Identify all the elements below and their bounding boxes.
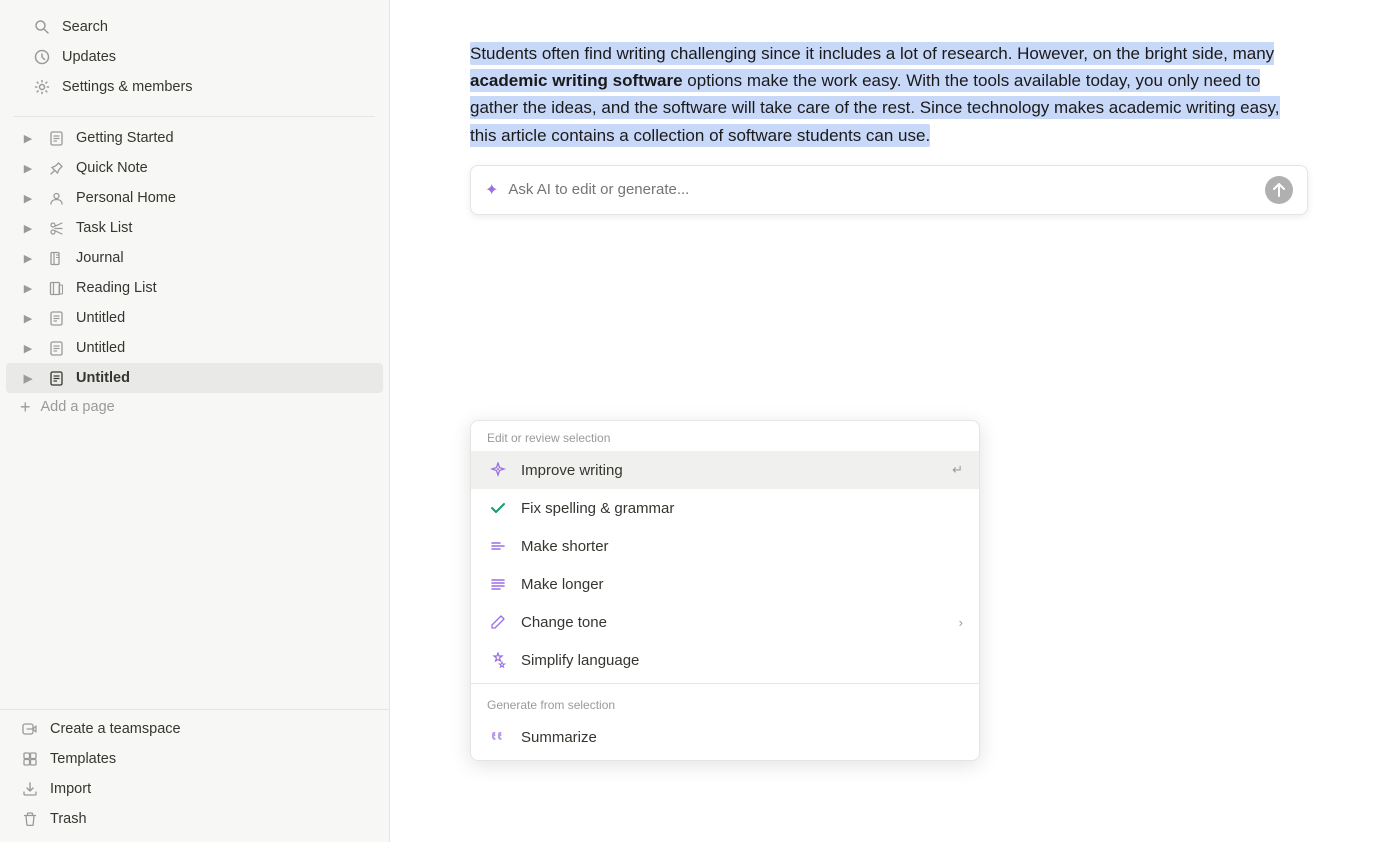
settings-label: Settings & members	[62, 79, 357, 95]
dropdown-item-make-longer[interactable]: Make longer	[471, 565, 979, 603]
journal-label: Journal	[76, 250, 369, 266]
doc-icon	[46, 368, 66, 388]
sidebar-item-journal[interactable]: ▶ Journal	[6, 243, 383, 273]
check-icon	[487, 497, 509, 519]
import-label: Import	[50, 781, 369, 797]
sidebar-trash[interactable]: Trash	[6, 804, 383, 834]
chevron-icon: ▶	[20, 340, 36, 356]
improve-writing-label: Improve writing	[521, 462, 940, 479]
sidebar-templates[interactable]: Templates	[6, 744, 383, 774]
updates-label: Updates	[62, 49, 357, 65]
sidebar-item-quick-note[interactable]: ▶ Quick Note	[6, 153, 383, 183]
make-longer-label: Make longer	[521, 576, 963, 593]
chevron-icon: ▶	[20, 220, 36, 236]
change-tone-arrow: ›	[959, 615, 963, 630]
quick-note-label: Quick Note	[76, 160, 369, 176]
sidebar: Search Updates Settings & members	[0, 0, 390, 842]
add-page-button[interactable]: + Add a page	[6, 393, 383, 421]
templates-label: Templates	[50, 751, 369, 767]
selected-text: Students often find writing challenging …	[470, 42, 1280, 147]
sidebar-item-getting-started[interactable]: ▶ Getting Started	[6, 123, 383, 153]
sidebar-divider-1	[14, 116, 375, 117]
getting-started-label: Getting Started	[76, 130, 369, 146]
dropdown-item-fix-spelling[interactable]: Fix spelling & grammar	[471, 489, 979, 527]
task-list-label: Task List	[76, 220, 369, 236]
sidebar-item-task-list[interactable]: ▶ Task List	[6, 213, 383, 243]
pencil-icon	[487, 611, 509, 633]
sidebar-bottom: Create a teamspace Templates Import	[0, 709, 389, 834]
search-icon	[32, 17, 52, 37]
sidebar-item-untitled-3[interactable]: ▶ Untitled	[6, 363, 383, 393]
summarize-label: Summarize	[521, 729, 963, 746]
person-icon	[46, 188, 66, 208]
fix-spelling-label: Fix spelling & grammar	[521, 500, 963, 517]
chevron-icon: ▶	[20, 250, 36, 266]
sidebar-search[interactable]: Search	[18, 12, 371, 42]
sidebar-settings[interactable]: Settings & members	[18, 72, 371, 102]
chevron-icon: ▶	[20, 160, 36, 176]
sidebar-item-untitled-2[interactable]: ▶ Untitled	[6, 333, 383, 363]
lines-short-icon	[487, 535, 509, 557]
teamspace-icon	[20, 719, 40, 739]
simplify-language-label: Simplify language	[521, 652, 963, 669]
trash-label: Trash	[50, 811, 369, 827]
reading-list-label: Reading List	[76, 280, 369, 296]
personal-home-label: Personal Home	[76, 190, 369, 206]
quotes-icon	[487, 726, 509, 748]
ai-dropdown-menu: Edit or review selection Improve writing…	[470, 420, 980, 761]
import-icon	[20, 779, 40, 799]
dropdown-item-make-shorter[interactable]: Make shorter	[471, 527, 979, 565]
untitled-3-label: Untitled	[76, 370, 369, 386]
add-page-label: Add a page	[41, 399, 115, 415]
dropdown-item-improve-writing[interactable]: Improve writing ↵	[471, 451, 979, 489]
trash-icon	[20, 809, 40, 829]
doc-icon	[46, 308, 66, 328]
lines-long-icon	[487, 573, 509, 595]
chevron-icon: ▶	[20, 190, 36, 206]
ai-input-container: ✦	[470, 165, 1308, 215]
dropdown-item-summarize[interactable]: Summarize	[471, 718, 979, 760]
sparkle-icon	[487, 459, 509, 481]
generate-section-header: Generate from selection	[471, 688, 979, 718]
dropdown-divider	[471, 683, 979, 684]
book-icon	[46, 248, 66, 268]
sidebar-updates[interactable]: Updates	[18, 42, 371, 72]
sidebar-import[interactable]: Import	[6, 774, 383, 804]
dropdown-item-change-tone[interactable]: Change tone ›	[471, 603, 979, 641]
search-label: Search	[62, 19, 357, 35]
clock-icon	[32, 47, 52, 67]
create-teamspace-label: Create a teamspace	[50, 721, 369, 737]
gear-icon	[32, 77, 52, 97]
sidebar-item-reading-list[interactable]: ▶ Reading List	[6, 273, 383, 303]
untitled-1-label: Untitled	[76, 310, 369, 326]
book2-icon	[46, 278, 66, 298]
chevron-icon: ▶	[20, 280, 36, 296]
chevron-icon: ▶	[20, 130, 36, 146]
sidebar-top: Search Updates Settings & members	[0, 8, 389, 110]
simplify-icon	[487, 649, 509, 671]
ai-input-field[interactable]	[508, 181, 1265, 198]
chevron-icon: ▶	[20, 310, 36, 326]
sidebar-pages: ▶ Getting Started ▶ Quick Note	[0, 123, 389, 421]
pin-icon	[46, 158, 66, 178]
chevron-icon: ▶	[20, 370, 36, 386]
make-shorter-label: Make shorter	[521, 538, 963, 555]
doc-icon	[46, 338, 66, 358]
untitled-2-label: Untitled	[76, 340, 369, 356]
ai-send-button[interactable]	[1265, 176, 1293, 204]
doc-icon	[46, 128, 66, 148]
sidebar-item-personal-home[interactable]: ▶ Personal Home	[6, 183, 383, 213]
change-tone-label: Change tone	[521, 614, 947, 631]
edit-section-header: Edit or review selection	[471, 421, 979, 451]
sidebar-create-teamspace[interactable]: Create a teamspace	[6, 714, 383, 744]
ai-sparkle-icon: ✦	[485, 180, 498, 200]
sidebar-item-untitled-1[interactable]: ▶ Untitled	[6, 303, 383, 333]
dropdown-item-simplify-language[interactable]: Simplify language	[471, 641, 979, 679]
scissors-icon	[46, 218, 66, 238]
templates-icon	[20, 749, 40, 769]
content-paragraph[interactable]: Students often find writing challenging …	[470, 40, 1308, 149]
main-content: Students often find writing challenging …	[390, 0, 1388, 842]
improve-writing-shortcut: ↵	[952, 462, 963, 478]
content-area: Students often find writing challenging …	[390, 0, 1388, 842]
